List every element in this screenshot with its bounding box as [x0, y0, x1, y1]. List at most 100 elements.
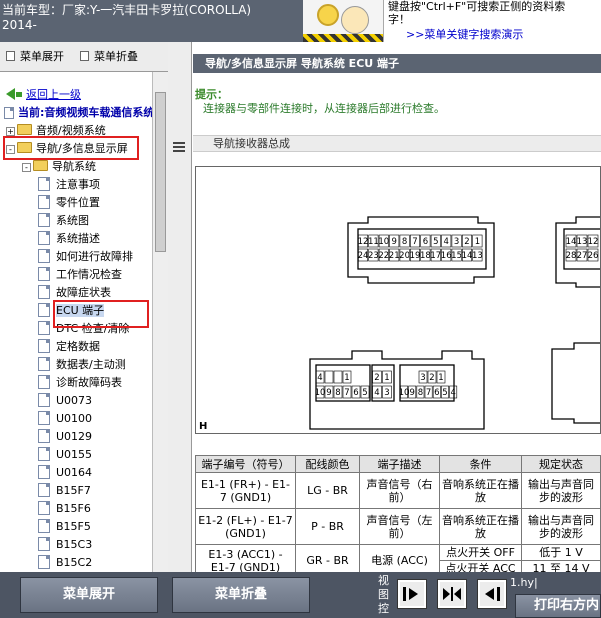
tree-doc-item[interactable]: U0073: [38, 392, 92, 410]
tree-item-label: U0129: [56, 430, 93, 443]
mascot-face-icon: [341, 6, 369, 34]
terminal-table: 端子编号（符号） 配线颜色 端子描述 条件 规定状态 E1-1 (FR+) - …: [195, 455, 601, 572]
tree-doc-item[interactable]: 数据表/主动测: [38, 356, 126, 374]
section-title: 导航接收器总成: [193, 135, 601, 152]
connector-pin-label: 4: [443, 237, 448, 247]
folder-icon: [33, 160, 48, 171]
tree-doc-item[interactable]: 零件位置: [38, 194, 100, 212]
menu-expand-button[interactable]: 菜单展开: [20, 577, 158, 613]
system-icon: [4, 107, 14, 119]
view-split-button[interactable]: [437, 579, 467, 609]
connector-pin-label: 19: [410, 251, 421, 261]
connector-pin-label: 22: [378, 251, 389, 261]
document-icon: [38, 357, 50, 371]
view-left-button[interactable]: [477, 579, 507, 609]
connector-pin-label: 17: [430, 251, 441, 261]
menu-collapse-tab[interactable]: 菜单折叠: [80, 50, 138, 64]
connector-diagram: 12 11 10 9 8 7 6 5 4 3 2 1 24 23 22 21 20 19 18 17 16 15 14 13 1…: [195, 166, 601, 434]
document-icon: [38, 483, 50, 497]
tree-doc-item[interactable]: B15C3: [38, 536, 92, 554]
tree-doc-item[interactable]: U0155: [38, 446, 92, 464]
document-icon: [38, 375, 50, 389]
connector-4-outline: [551, 342, 601, 424]
tree-item-label: 系统描述: [56, 232, 100, 245]
tree-doc-item[interactable]: U0100: [38, 410, 92, 428]
tree-doc-item[interactable]: U0129: [38, 428, 92, 446]
connector-pin-label: 5: [442, 388, 447, 398]
table-row: E1-3 (ACC1) - E1-7 (GND1) GR - BR 电源 (AC…: [195, 544, 601, 572]
menu-expand-tab[interactable]: 菜单展开: [6, 50, 64, 64]
connector-pin-label: 26: [588, 251, 599, 261]
connector-pin-label: 3: [420, 373, 425, 383]
connector-pin-label: 14: [462, 251, 473, 261]
tree-doc-item[interactable]: 注意事项: [38, 176, 100, 194]
connector-pin-label: 1: [475, 237, 480, 247]
tree-expander-icon[interactable]: +: [6, 127, 15, 136]
view-right-button[interactable]: [397, 579, 427, 609]
tree-item-label: B15F7: [56, 484, 91, 497]
connector-pin-label: 8: [402, 237, 407, 247]
lightbulb-icon: [317, 4, 339, 26]
split-arrows-icon: [443, 587, 461, 601]
connector-pin-label: 21: [389, 251, 400, 261]
connector-pin-label: 5: [362, 388, 367, 398]
connector-pin-label: 27: [577, 251, 588, 261]
tree-scrollbar[interactable]: [152, 72, 168, 572]
content-title: 导航/多信息显示屏 导航系统 ECU 端子: [193, 54, 601, 73]
search-demo-link[interactable]: >>菜单关键字搜索演示: [406, 26, 523, 42]
tree-doc-item[interactable]: 诊断故障码表: [38, 374, 122, 392]
tree-item-label: U0155: [56, 448, 93, 461]
document-icon: [38, 303, 50, 317]
connector-pin-label: 4: [317, 373, 322, 383]
back-link[interactable]: 返回上一级: [6, 86, 81, 104]
col-desc: 端子描述: [359, 455, 440, 473]
connector-pin-label: 3: [384, 388, 389, 398]
connector-pin-label: 15: [451, 251, 462, 261]
tree-scrollbar-thumb[interactable]: [155, 92, 166, 252]
connector-pin-label: 9: [326, 388, 331, 398]
document-icon: [38, 519, 50, 533]
tree-item-label: U0073: [56, 394, 93, 407]
tree-doc-item[interactable]: 系统图: [38, 212, 89, 230]
connector-pin-label: 16: [441, 251, 452, 261]
connector-pin-label: 7: [412, 237, 417, 247]
col-condition: 条件: [439, 455, 522, 473]
document-icon: [38, 177, 50, 191]
connector-pin: [333, 370, 343, 384]
tree-item-label: B15C2: [56, 556, 93, 569]
search-hint-box: 键盘按"Ctrl+F"可搜索正侧的资料索 字！ >>菜单关键字搜索演示: [383, 0, 601, 42]
car-model-label: 当前车型：厂家:Y-一汽丰田卡罗拉(COROLLA) 2014-: [2, 3, 302, 33]
tree-item-label: 定格数据: [56, 340, 100, 353]
tree-doc-item[interactable]: B15C2: [38, 554, 92, 572]
tree-doc-item[interactable]: U0164: [38, 464, 92, 482]
arrow-right-icon: [403, 587, 418, 601]
connector-pin-label: 6: [353, 388, 358, 398]
tree-expander-icon[interactable]: -: [22, 163, 31, 172]
menu-collapse-button[interactable]: 菜单折叠: [172, 577, 310, 613]
highlight-box-ecu: [53, 300, 149, 328]
connector-pin-label: 6: [423, 237, 428, 247]
connector-diagram-svg: 12 11 10 9 8 7 6 5 4 3 2 124 23 22 21 20 19 18 17 16 15 14 131…: [199, 216, 601, 432]
connector-pin-label: 8: [335, 388, 340, 398]
connector-pin-label: 10: [315, 388, 326, 398]
connector-pin-label: 9: [409, 388, 414, 398]
hazard-stripe: [303, 34, 383, 42]
print-button[interactable]: 打印右方内: [515, 594, 601, 618]
tree-doc-item[interactable]: 系统描述: [38, 230, 100, 248]
tree-folder-item[interactable]: - 导航系统: [22, 158, 96, 176]
menu-tabs: 菜单展开 菜单折叠: [0, 42, 168, 72]
tree-item-label: U0164: [56, 466, 93, 479]
connector-pin-label: 11: [368, 237, 379, 247]
tree-doc-item[interactable]: B15F5: [38, 518, 91, 536]
diagram-marker: H: [199, 421, 207, 432]
tree-doc-item[interactable]: B15F6: [38, 500, 91, 518]
tree-doc-item[interactable]: 定格数据: [38, 338, 100, 356]
tree-doc-item[interactable]: 工作情况检查: [38, 266, 122, 284]
document-icon: [38, 249, 50, 263]
tree-doc-item[interactable]: 如何进行故障排: [38, 248, 133, 266]
arrow-left-icon: [485, 587, 500, 601]
panel-splitter[interactable]: [168, 42, 192, 572]
tree-doc-item[interactable]: B15F7: [38, 482, 91, 500]
highlight-box-folder: [3, 136, 139, 160]
connector-pin-label: 12: [588, 237, 599, 247]
